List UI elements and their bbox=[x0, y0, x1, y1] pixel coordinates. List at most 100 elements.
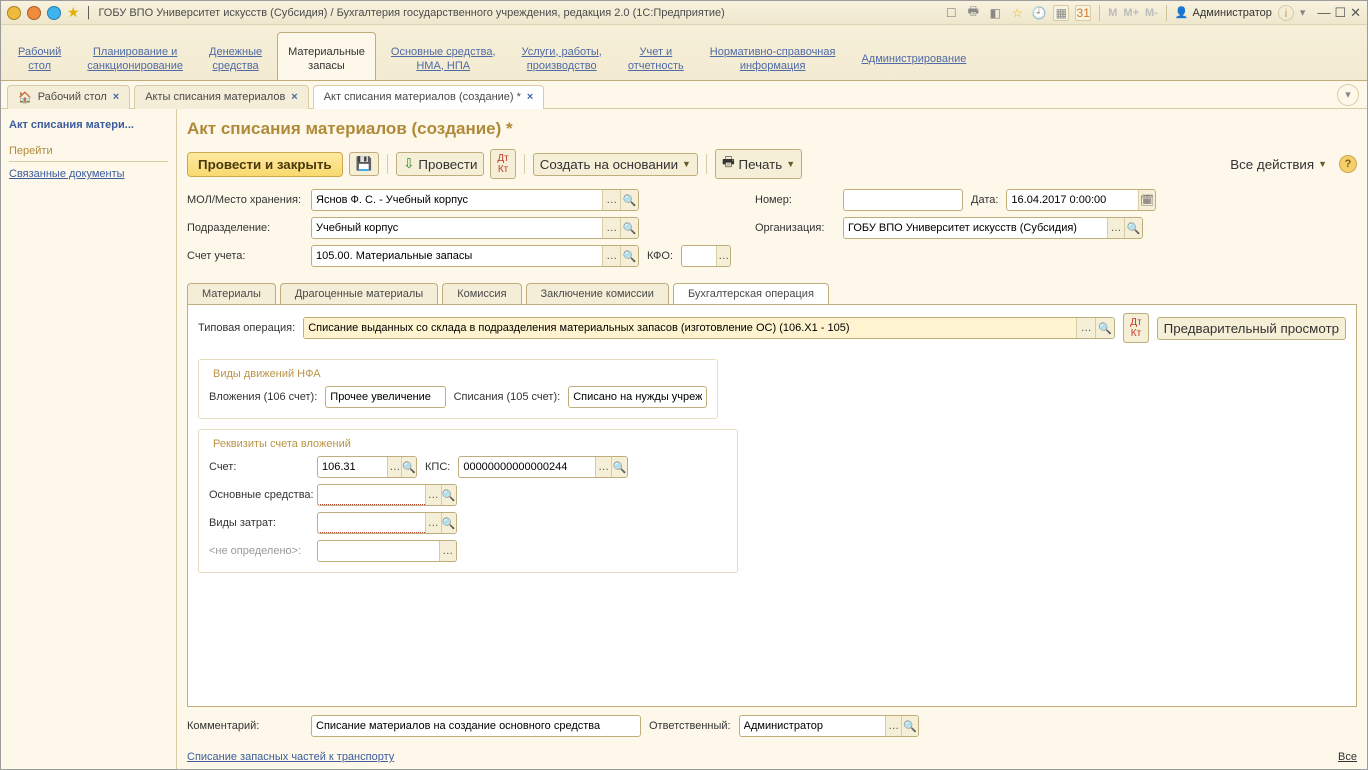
calendar-icon[interactable]: 31 bbox=[1075, 5, 1091, 21]
tab-commission[interactable]: Комиссия bbox=[442, 283, 521, 304]
tab-precious[interactable]: Драгоценные материалы bbox=[280, 283, 438, 304]
number-field[interactable] bbox=[843, 189, 963, 211]
dtkt-icon: ДтКт bbox=[497, 153, 508, 175]
doc-tab-acts-list[interactable]: Акты списания материалов × bbox=[134, 85, 309, 109]
select-icon[interactable]: … bbox=[1076, 318, 1095, 338]
memory-mminus[interactable]: M- bbox=[1145, 7, 1158, 19]
star-icon[interactable]: ★ bbox=[67, 4, 80, 21]
search-icon[interactable]: 🔍 bbox=[620, 246, 638, 266]
all-actions-button[interactable]: Все действия▼ bbox=[1224, 154, 1333, 175]
tab-accounting-op[interactable]: Бухгалтерская операция bbox=[673, 283, 829, 304]
comment-field[interactable] bbox=[311, 715, 641, 737]
print-button[interactable]: 🖶Печать▼ bbox=[715, 149, 802, 179]
vidz-field[interactable]: …🔍 bbox=[317, 512, 457, 534]
dropdown-icon[interactable]: ▾ bbox=[1300, 6, 1306, 19]
section-tab-desktop[interactable]: Рабочийстол bbox=[7, 32, 72, 80]
acct-field[interactable]: …🔍 bbox=[317, 456, 417, 478]
kps-field[interactable]: …🔍 bbox=[458, 456, 628, 478]
kfo-field[interactable]: … bbox=[681, 245, 731, 267]
create-based-on-button[interactable]: Создать на основании▼ bbox=[533, 153, 698, 176]
doc-tab-label: Акт списания материалов (создание) * bbox=[324, 91, 521, 103]
undef-field[interactable]: … bbox=[317, 540, 457, 562]
search-icon[interactable]: 🔍 bbox=[441, 485, 456, 505]
section-tab-fixed-assets[interactable]: Основные средства,НМА, НПА bbox=[380, 32, 507, 80]
label-undef: <не определено>: bbox=[209, 545, 309, 557]
window-control-icon[interactable] bbox=[47, 6, 61, 20]
info-icon[interactable]: i bbox=[1278, 5, 1294, 21]
post-button[interactable]: ⇩Провести bbox=[396, 152, 484, 176]
section-tab-admin[interactable]: Администрирование bbox=[850, 32, 977, 80]
os-field[interactable]: …🔍 bbox=[317, 484, 457, 506]
print-icon[interactable]: 🖶 bbox=[965, 5, 981, 21]
label-vloj: Вложения (106 счет): bbox=[209, 391, 317, 403]
sidebar-link-related-docs[interactable]: Связанные документы bbox=[9, 164, 168, 184]
label-org: Организация: bbox=[755, 222, 835, 234]
date-field[interactable]: 🗓 bbox=[1006, 189, 1156, 211]
history-icon[interactable]: 🕘 bbox=[1031, 5, 1047, 21]
select-icon[interactable]: … bbox=[595, 457, 611, 477]
post-and-close-button[interactable]: Провести и закрыть bbox=[187, 152, 343, 177]
search-icon[interactable]: 🔍 bbox=[1095, 318, 1114, 338]
select-icon[interactable]: … bbox=[716, 246, 730, 266]
link-spare-parts[interactable]: Списание запасных частей к транспорту bbox=[187, 751, 394, 763]
more-tabs-button[interactable]: ▾ bbox=[1337, 84, 1359, 106]
calendar-icon[interactable]: 🗓 bbox=[1138, 190, 1156, 210]
search-icon[interactable]: 🔍 bbox=[401, 457, 416, 477]
section-tab-accounting[interactable]: Учет иотчетность bbox=[617, 32, 695, 80]
section-tab-cash[interactable]: Денежныесредства bbox=[198, 32, 273, 80]
maximize-icon[interactable]: ☐ bbox=[1334, 5, 1346, 21]
close-icon[interactable]: × bbox=[291, 91, 297, 103]
select-icon[interactable]: … bbox=[602, 218, 620, 238]
doc-tab-desktop[interactable]: 🏠 Рабочий стол × bbox=[7, 85, 130, 109]
save-button[interactable]: 💾 bbox=[349, 152, 380, 176]
window-control-icon[interactable] bbox=[27, 6, 41, 20]
search-icon[interactable]: 🔍 bbox=[901, 716, 917, 736]
select-icon[interactable]: … bbox=[425, 513, 440, 533]
search-icon[interactable]: 🔍 bbox=[620, 190, 638, 210]
section-tab-reference[interactable]: Нормативно-справочнаяинформация bbox=[699, 32, 847, 80]
user-chip[interactable]: 👤 Администратор bbox=[1175, 6, 1272, 19]
search-icon[interactable]: 🔍 bbox=[1124, 218, 1142, 238]
search-icon[interactable]: 🔍 bbox=[611, 457, 627, 477]
favorite-icon[interactable]: ☆ bbox=[1009, 5, 1025, 21]
sidebar-heading: Акт списания матери... bbox=[9, 115, 168, 135]
vloj-field[interactable] bbox=[325, 386, 445, 408]
mol-field[interactable]: …🔍 bbox=[311, 189, 639, 211]
spis-field[interactable] bbox=[568, 386, 707, 408]
select-icon[interactable]: … bbox=[425, 485, 440, 505]
calculator-icon[interactable]: ▦ bbox=[1053, 5, 1069, 21]
link-all[interactable]: Все bbox=[1338, 751, 1357, 763]
memory-m[interactable]: M bbox=[1108, 7, 1117, 19]
select-icon[interactable]: … bbox=[602, 246, 620, 266]
close-icon[interactable]: × bbox=[527, 91, 533, 103]
doc-tab-act-create[interactable]: Акт списания материалов (создание) * × bbox=[313, 85, 545, 109]
select-icon[interactable]: … bbox=[439, 541, 456, 561]
minimize-icon[interactable]: — bbox=[1317, 5, 1330, 20]
account-field[interactable]: …🔍 bbox=[311, 245, 639, 267]
select-icon[interactable]: … bbox=[602, 190, 620, 210]
select-icon[interactable]: … bbox=[885, 716, 901, 736]
op-type-field[interactable]: …🔍 bbox=[303, 317, 1115, 339]
section-tab-services[interactable]: Услуги, работы,производство bbox=[511, 32, 613, 80]
select-icon[interactable]: … bbox=[1107, 218, 1125, 238]
dt-kt-button[interactable]: ДтКт bbox=[1123, 313, 1148, 343]
preview-button[interactable]: Предварительный просмотр bbox=[1157, 317, 1346, 340]
dt-kt-button[interactable]: ДтКт bbox=[490, 149, 515, 179]
responsible-field[interactable]: …🔍 bbox=[739, 715, 919, 737]
memory-mplus[interactable]: M+ bbox=[1123, 7, 1139, 19]
section-tab-planning[interactable]: Планирование исанкционирование bbox=[76, 32, 194, 80]
select-icon[interactable]: … bbox=[387, 457, 401, 477]
toolbar-icon[interactable]: ◧ bbox=[987, 5, 1003, 21]
search-icon[interactable]: 🔍 bbox=[620, 218, 638, 238]
section-tab-materials[interactable]: Материальныезапасы bbox=[277, 32, 376, 80]
close-icon[interactable]: × bbox=[113, 91, 119, 103]
close-icon[interactable]: ✕ bbox=[1350, 5, 1361, 21]
org-field[interactable]: …🔍 bbox=[843, 217, 1143, 239]
help-icon[interactable]: ? bbox=[1339, 155, 1357, 173]
window-control-icon[interactable] bbox=[7, 6, 21, 20]
search-icon[interactable]: 🔍 bbox=[441, 513, 456, 533]
tab-conclusion[interactable]: Заключение комиссии bbox=[526, 283, 669, 304]
tab-materials[interactable]: Материалы bbox=[187, 283, 276, 304]
subdiv-field[interactable]: …🔍 bbox=[311, 217, 639, 239]
toolbar-icon[interactable]: ☐ bbox=[943, 5, 959, 21]
